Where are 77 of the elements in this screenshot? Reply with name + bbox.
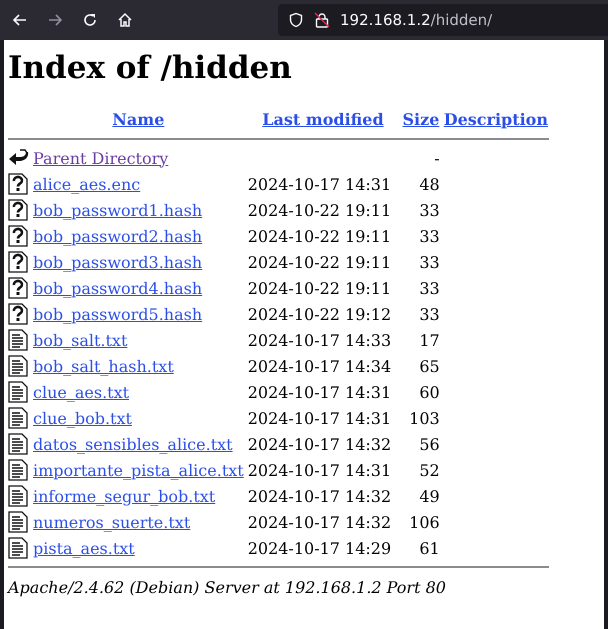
shield-icon[interactable] [288,12,304,28]
file-size: 48 [419,174,440,194]
forward-icon[interactable] [47,12,63,28]
file-size: 52 [419,460,440,480]
file-size: 17 [419,330,440,350]
file-link[interactable]: bob_password4.hash [33,278,202,298]
unknown-file-icon [8,173,28,195]
file-link[interactable]: bob_salt_hash.txt [33,356,174,376]
file-link[interactable]: bob_password5.hash [33,304,202,324]
file-size: - [434,148,440,168]
file-size: 33 [419,278,440,298]
url-text[interactable]: 192.168.1.2/hidden/ [340,11,492,29]
file-link[interactable]: numeros_suerte.txt [33,512,190,532]
modified-date: 2024-10-17 14:32 [248,434,392,454]
unknown-file-icon [8,277,28,299]
modified-date: 2024-10-17 14:29 [248,538,392,558]
text-file-icon [8,329,28,351]
modified-date: 2024-10-22 19:11 [248,226,392,246]
column-sort-link[interactable]: Description [444,110,548,128]
unknown-file-icon [8,199,28,221]
file-link[interactable]: bob_salt.txt [33,330,128,350]
file-link[interactable]: clue_bob.txt [33,408,132,428]
server-signature: Apache/2.4.62 (Debian) Server at 192.168.1.2 Port 80 [8,578,447,597]
text-file-icon [8,485,28,507]
modified-date: 2024-10-17 14:31 [248,174,392,194]
file-link[interactable]: pista_aes.txt [33,538,135,558]
file-link[interactable]: bob_password3.hash [33,252,202,272]
text-file-icon [8,433,28,455]
file-size: 33 [419,252,440,272]
column-sort-link[interactable]: Size [402,110,440,128]
column-sort-link[interactable]: Last modified [262,110,384,128]
modified-date: 2024-10-22 19:11 [248,252,392,272]
back-icon[interactable] [12,12,28,28]
file-size: 56 [419,434,440,454]
text-file-icon [8,459,28,481]
file-link[interactable]: bob_password1.hash [33,200,202,220]
unknown-file-icon [8,225,28,247]
modified-date: 2024-10-22 19:11 [248,278,392,298]
column-sort-link[interactable]: Name [112,110,164,128]
file-size: 33 [419,304,440,324]
file-link[interactable]: alice_aes.enc [33,174,140,194]
modified-date: 2024-10-17 14:31 [248,460,392,480]
modified-date: 2024-10-17 14:34 [248,356,392,376]
modified-date: 2024-10-17 14:31 [248,408,392,428]
file-link[interactable]: clue_aes.txt [33,382,130,402]
file-size: 49 [419,486,440,506]
address-bar[interactable]: 192.168.1.2/hidden/ [278,4,608,36]
file-size: 33 [419,226,440,246]
text-file-icon [8,355,28,377]
file-link[interactable]: datos_sensibles_alice.txt [33,434,233,454]
unknown-file-icon [8,251,28,273]
text-file-icon [8,511,28,533]
file-size: 103 [409,408,440,428]
modified-date: 2024-10-22 19:11 [248,200,392,220]
file-size: 33 [419,200,440,220]
unknown-file-icon [8,303,28,325]
back-arrow-icon [8,148,30,168]
modified-date: 2024-10-17 14:32 [248,486,392,506]
file-size: 61 [419,538,440,558]
page-heading: Index of /hidden [8,50,293,86]
modified-date: 2024-10-22 19:12 [248,304,392,324]
modified-date: 2024-10-17 14:31 [248,382,392,402]
file-size: 106 [409,512,440,532]
reload-icon[interactable] [82,12,98,28]
text-file-icon [8,407,28,429]
home-icon[interactable] [117,12,133,28]
file-link[interactable]: importante_pista_alice.txt [33,460,244,480]
file-link[interactable]: bob_password2.hash [33,226,202,246]
modified-date: 2024-10-17 14:33 [248,330,392,350]
insecure-lock-icon[interactable] [314,12,330,28]
modified-date: 2024-10-17 14:32 [248,512,392,532]
file-link[interactable]: informe_segur_bob.txt [33,486,216,506]
text-file-icon [8,381,28,403]
file-size: 65 [419,356,440,376]
file-size: 60 [419,382,440,402]
text-file-icon [8,537,28,559]
file-link[interactable]: Parent Directory [33,148,168,168]
